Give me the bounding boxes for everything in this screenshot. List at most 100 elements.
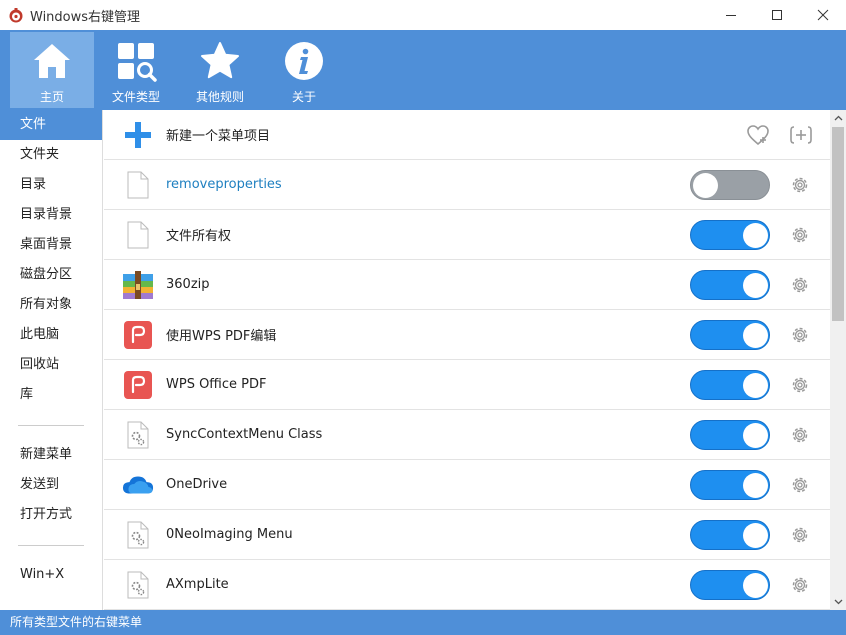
enable-toggle[interactable] <box>690 370 770 400</box>
window-title: Windows右键管理 <box>30 9 141 25</box>
favorite-add-icon[interactable] <box>746 124 770 146</box>
enable-toggle[interactable] <box>690 420 770 450</box>
enable-toggle[interactable] <box>690 270 770 300</box>
toggle-knob <box>743 323 768 348</box>
sidebar: 文件 文件夹 目录 目录背景 桌面背景 磁盘分区 所有对象 此电脑 回收站 库 … <box>0 110 103 610</box>
sidebar-item-new-menu[interactable]: 新建菜单 <box>0 440 102 470</box>
list-item-label: 0NeoImaging Menu <box>166 527 293 542</box>
minimize-icon <box>726 15 736 16</box>
360zip-icon <box>122 269 154 301</box>
enable-toggle[interactable] <box>690 170 770 200</box>
app-logo-icon <box>9 8 23 23</box>
list-item-label: AXmpLite <box>166 577 229 592</box>
scroll-down-button[interactable] <box>830 594 846 610</box>
list-item-label: 文件所有权 <box>166 229 232 244</box>
title-bar: Windows右键管理 <box>0 0 846 30</box>
chevron-down-icon <box>834 599 842 605</box>
list-item-label: WPS Office PDF <box>166 377 267 392</box>
tab-about-label: 关于 <box>291 90 316 104</box>
new-menu-item-row[interactable]: 新建一个菜单项目 <box>104 110 830 160</box>
main-toolbar: 主页 文件类型 其他规则 关于 <box>0 30 846 110</box>
gear-icon[interactable] <box>790 425 810 445</box>
enable-toggle[interactable] <box>690 220 770 250</box>
list-item: WPS Office PDF <box>104 360 830 410</box>
gear-icon[interactable] <box>790 225 810 245</box>
vertical-scrollbar[interactable] <box>830 110 846 610</box>
list-item: 文件所有权 <box>104 210 830 260</box>
toggle-knob <box>743 423 768 448</box>
list-item: AXmpLite <box>104 560 830 610</box>
gear-icon[interactable] <box>790 475 810 495</box>
enable-toggle[interactable] <box>690 570 770 600</box>
gear-icon[interactable] <box>790 575 810 595</box>
toggle-knob <box>743 523 768 548</box>
tab-other-rules-label: 其他规则 <box>195 90 244 104</box>
sidebar-item-folder[interactable]: 文件夹 <box>0 140 102 170</box>
add-circle-icon[interactable] <box>790 124 812 146</box>
window-controls <box>708 0 846 30</box>
gear-file-icon <box>122 569 154 601</box>
sidebar-item-drive[interactable]: 磁盘分区 <box>0 260 102 290</box>
new-menu-item-label: 新建一个菜单项目 <box>166 129 271 144</box>
gear-icon[interactable] <box>790 325 810 345</box>
sidebar-item-win-x[interactable]: Win+X <box>0 560 102 590</box>
blank-file-icon <box>122 169 154 201</box>
blank-file-icon <box>122 219 154 251</box>
maximize-icon <box>772 10 782 20</box>
sidebar-item-open-with[interactable]: 打开方式 <box>0 500 102 530</box>
enable-toggle[interactable] <box>690 520 770 550</box>
gear-file-icon <box>122 519 154 551</box>
sidebar-item-directory-background[interactable]: 目录背景 <box>0 200 102 230</box>
tab-home-label: 主页 <box>39 90 64 104</box>
minimize-button[interactable] <box>708 0 754 30</box>
close-icon <box>817 9 829 21</box>
list-item-label: 使用WPS PDF编辑 <box>166 329 277 344</box>
scroll-thumb[interactable] <box>832 127 844 321</box>
tab-about[interactable]: 关于 <box>262 32 346 108</box>
file-types-icon <box>118 43 157 82</box>
home-icon <box>34 44 70 78</box>
gear-icon[interactable] <box>790 175 810 195</box>
list-item-label: SyncContextMenu Class <box>166 427 323 442</box>
sidebar-item-desktop-background[interactable]: 桌面背景 <box>0 230 102 260</box>
sidebar-item-recycle-bin[interactable]: 回收站 <box>0 350 102 380</box>
wps-pdf-icon <box>122 319 154 351</box>
sidebar-item-all-objects[interactable]: 所有对象 <box>0 290 102 320</box>
add-icon <box>125 122 151 148</box>
status-bar: 所有类型文件的右键菜单 <box>0 610 846 635</box>
sidebar-item-this-pc[interactable]: 此电脑 <box>0 320 102 350</box>
enable-toggle[interactable] <box>690 470 770 500</box>
gear-icon[interactable] <box>790 525 810 545</box>
tab-file-types[interactable]: 文件类型 <box>94 32 178 108</box>
sidebar-item-file[interactable]: 文件 <box>0 110 102 140</box>
list-item-label: OneDrive <box>166 477 228 492</box>
sidebar-item-directory[interactable]: 目录 <box>0 170 102 200</box>
onedrive-icon <box>122 469 154 501</box>
sidebar-divider <box>18 545 84 546</box>
list-item: 使用WPS PDF编辑 <box>104 310 830 360</box>
info-icon <box>285 42 323 80</box>
sidebar-divider <box>18 425 84 426</box>
sidebar-item-library[interactable]: 库 <box>0 380 102 410</box>
tab-home[interactable]: 主页 <box>10 32 94 108</box>
close-button[interactable] <box>800 0 846 30</box>
sidebar-item-send-to[interactable]: 发送到 <box>0 470 102 500</box>
enable-toggle[interactable] <box>690 320 770 350</box>
gear-icon[interactable] <box>790 375 810 395</box>
star-icon <box>201 42 239 79</box>
chevron-up-icon <box>834 115 842 121</box>
wps-pdf-icon <box>122 369 154 401</box>
list-item: 0NeoImaging Menu <box>104 510 830 560</box>
gear-icon[interactable] <box>790 275 810 295</box>
menu-item-list: 新建一个菜单项目 removeproperties 文件所有权 360zip 使… <box>104 110 830 610</box>
tab-other-rules[interactable]: 其他规则 <box>178 32 262 108</box>
toggle-knob <box>743 223 768 248</box>
add-icon-wrap <box>122 119 154 151</box>
list-item: OneDrive <box>104 460 830 510</box>
toggle-knob <box>743 473 768 498</box>
list-item-label: 360zip <box>166 277 210 292</box>
scroll-up-button[interactable] <box>830 110 846 126</box>
maximize-button[interactable] <box>754 0 800 30</box>
toggle-knob <box>743 373 768 398</box>
list-item: 360zip <box>104 260 830 310</box>
